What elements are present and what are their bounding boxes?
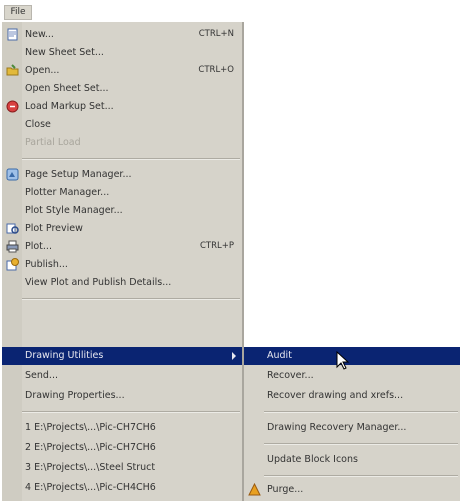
menu-item-label: 4 E:\Projects\...\Pic-CH4CH6 <box>25 482 156 493</box>
menu-item-label: Drawing Utilities <box>25 350 104 361</box>
menu-item-label: Audit <box>267 350 292 361</box>
recent-file-item[interactable]: 1 E:\Projects\...\Pic-CH7CH6 <box>2 419 242 437</box>
file-menu: New... CTRL+N New Sheet Set... Open... C… <box>2 22 244 501</box>
menu-item-plotter-manager[interactable]: Plotter Manager... <box>2 184 242 202</box>
recent-file-item[interactable]: 2 E:\Projects\...\Pic-CH7CH6 <box>2 439 242 457</box>
menu-item-new-sheet-set[interactable]: New Sheet Set... <box>2 44 242 62</box>
menu-item-label: 3 E:\Projects\...\Steel Struct <box>25 462 156 473</box>
menu-item-label: Plot Preview <box>25 223 83 234</box>
menu-item-label: Open Sheet Set... <box>25 83 109 94</box>
purge-icon <box>248 483 261 496</box>
open-folder-icon <box>6 64 19 76</box>
menu-item-plot[interactable]: Plot... CTRL+P <box>2 238 242 256</box>
submenu-item-recover[interactable]: Recover... <box>244 367 460 385</box>
menu-item-label: Partial Load <box>25 137 81 148</box>
menu-item-label: New Sheet Set... <box>25 47 104 58</box>
menu-separator <box>264 475 458 477</box>
menu-separator <box>22 298 240 300</box>
menu-item-label: Load Markup Set... <box>25 101 114 112</box>
menu-item-label: 2 E:\Projects\...\Pic-CH7CH6 <box>25 442 156 453</box>
menu-item-publish[interactable]: Publish... <box>2 256 242 274</box>
submenu-item-audit[interactable]: Audit <box>244 347 460 365</box>
menu-separator <box>264 411 458 413</box>
menu-separator <box>264 443 458 445</box>
mouse-pointer-icon <box>336 351 350 370</box>
submenu-item-drawing-recovery-manager[interactable]: Drawing Recovery Manager... <box>244 419 460 437</box>
submenu-item-recover-xrefs[interactable]: Recover drawing and xrefs... <box>244 387 460 405</box>
menu-item-send[interactable]: Send... <box>2 367 242 385</box>
menu-item-label: Plot... <box>25 241 52 252</box>
menu-item-plot-style-manager[interactable]: Plot Style Manager... <box>2 202 242 220</box>
menu-item-label: New... <box>25 29 54 40</box>
menu-item-view-plot-details[interactable]: View Plot and Publish Details... <box>2 274 242 292</box>
menu-item-label: Close <box>25 119 51 130</box>
recent-file-item[interactable]: 4 E:\Projects\...\Pic-CH4CH6 <box>2 479 242 497</box>
publish-icon <box>6 258 19 271</box>
menu-item-label: Drawing Recovery Manager... <box>267 422 407 433</box>
menu-item-label: Open... <box>25 65 60 76</box>
menu-item-drawing-utilities[interactable]: Drawing Utilities <box>2 347 242 365</box>
submenu-arrow-icon <box>232 352 236 360</box>
submenu-item-purge[interactable]: Purge... <box>244 481 460 499</box>
menu-item-label: Plotter Manager... <box>25 187 110 198</box>
menu-item-label: Publish... <box>25 259 68 270</box>
shortcut-label: CTRL+O <box>198 65 234 75</box>
menu-item-load-markup-set[interactable]: Load Markup Set... <box>2 98 242 116</box>
menu-separator <box>22 158 240 160</box>
new-document-icon <box>7 28 18 41</box>
menu-item-label: Send... <box>25 370 58 381</box>
printer-icon <box>6 240 19 253</box>
submenu-item-update-block-icons[interactable]: Update Block Icons <box>244 451 460 469</box>
menubar: File <box>0 0 460 22</box>
menu-item-label: Recover drawing and xrefs... <box>267 390 404 401</box>
menu-item-label: Recover... <box>267 370 314 381</box>
menu-separator <box>22 411 240 413</box>
menu-item-label: Drawing Properties... <box>25 390 125 401</box>
menu-item-page-setup-manager[interactable]: Page Setup Manager... <box>2 166 242 184</box>
menu-item-label: View Plot and Publish Details... <box>25 277 172 288</box>
page-setup-icon <box>6 168 19 181</box>
menu-item-drawing-properties[interactable]: Drawing Properties... <box>2 387 242 405</box>
drawing-utilities-submenu: Audit Recover... Recover drawing and xre… <box>244 347 460 501</box>
menu-item-open[interactable]: Open... CTRL+O <box>2 62 242 80</box>
menu-item-new[interactable]: New... CTRL+N <box>2 26 242 44</box>
menu-item-label: Purge... <box>267 484 304 495</box>
menu-item-label: Update Block Icons <box>267 454 358 465</box>
menu-item-label: 1 E:\Projects\...\Pic-CH7CH6 <box>25 422 156 433</box>
markup-icon <box>6 100 19 113</box>
shortcut-label: CTRL+P <box>199 241 234 251</box>
menu-item-close[interactable]: Close <box>2 116 242 134</box>
menu-item-partial-load: Partial Load <box>2 134 242 152</box>
plot-preview-icon <box>6 223 19 234</box>
menu-item-label: Plot Style Manager... <box>25 205 123 216</box>
file-menu-title[interactable]: File <box>4 5 32 20</box>
menu-item-label: Page Setup Manager... <box>25 169 132 180</box>
recent-file-item[interactable]: 3 E:\Projects\...\Steel Struct <box>2 459 242 477</box>
menu-item-plot-preview[interactable]: Plot Preview <box>2 220 242 238</box>
menu-item-open-sheet-set[interactable]: Open Sheet Set... <box>2 80 242 98</box>
shortcut-label: CTRL+N <box>198 29 234 39</box>
